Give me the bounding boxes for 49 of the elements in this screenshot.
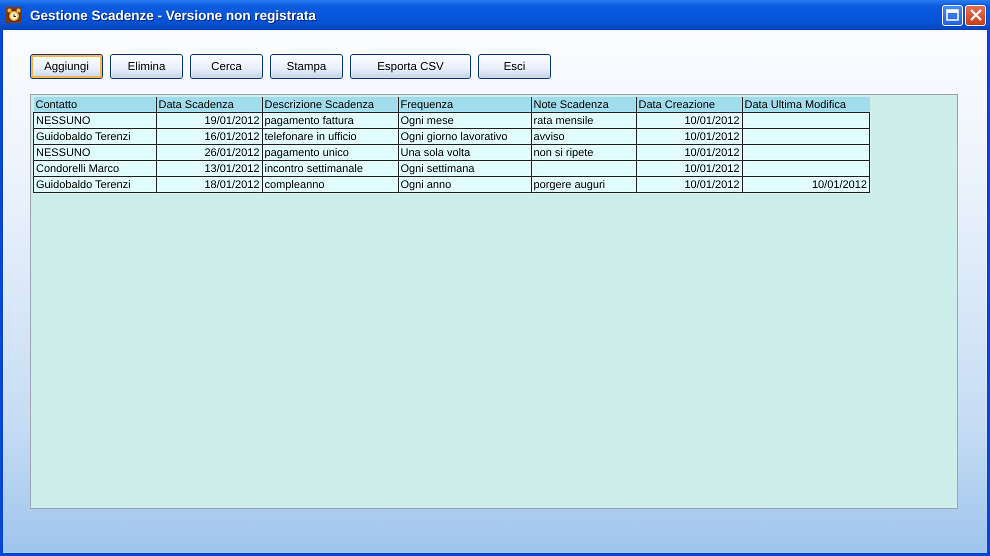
column-header[interactable]: Descrizione Scadenza [262, 97, 398, 112]
toolbar-button[interactable]: Cerca [190, 54, 263, 79]
maximize-icon [946, 9, 959, 21]
table-cell: 13/01/2012 [204, 162, 260, 174]
column-header[interactable]: Frequenza [398, 97, 531, 112]
table-cell: Ogni mese [400, 114, 454, 126]
table-cell: NESSUNO [36, 146, 90, 158]
table-cell: Condorelli Marco [36, 162, 120, 174]
column-header[interactable]: Contatto [34, 97, 156, 112]
maximize-button[interactable] [942, 4, 963, 26]
table-cell: 10/01/2012 [812, 178, 867, 190]
table-cell: 10/01/2012 [684, 130, 740, 142]
table-cell: 10/01/2012 [684, 146, 740, 158]
table-cell: compleanno [264, 178, 324, 190]
table-cell: porgere auguri [534, 178, 606, 190]
table-cell: Una sola volta [400, 146, 470, 158]
table-cell: Guidobaldo Terenzi [36, 130, 131, 142]
table-cell: 16/01/2012 [204, 130, 260, 142]
table-cell: avviso [534, 130, 565, 142]
toolbar-button[interactable]: Esporta CSV [350, 54, 471, 79]
table-cell: NESSUNO [36, 114, 90, 126]
table-cell: pagamento fattura [264, 114, 354, 126]
column-header[interactable]: Data Ultima Modifica [742, 97, 870, 112]
table-cell: Ogni settimana [400, 162, 474, 174]
table-cell: incontro settimanale [264, 162, 363, 174]
table-cell: Guidobaldo Terenzi [36, 178, 131, 190]
toolbar-button[interactable]: Stampa [270, 54, 343, 79]
table-cell: pagamento unico [264, 146, 349, 158]
table-cell: Ogni anno [400, 178, 452, 190]
column-header[interactable]: Note Scadenza [531, 97, 636, 112]
table-cell: telefonare in ufficio [264, 130, 357, 142]
table-cell: non si ripete [534, 146, 594, 158]
column-header[interactable]: Data Creazione [636, 97, 742, 112]
table-cell: rata mensile [534, 114, 594, 126]
table-cell: 10/01/2012 [684, 114, 740, 126]
close-button[interactable] [965, 4, 986, 26]
window-title: Gestione Scadenze - Versione non registrata [30, 8, 316, 22]
toolbar-button[interactable]: Aggiungi [30, 54, 103, 79]
toolbar-button[interactable]: Esci [478, 54, 551, 79]
alarm-clock-icon [6, 7, 22, 23]
table-cell: Ogni giorno lavorativo [400, 130, 508, 142]
toolbar-button[interactable]: Elimina [110, 54, 183, 79]
table-cell: 18/01/2012 [204, 178, 260, 190]
table-cell: 10/01/2012 [684, 178, 740, 190]
table-cell: 19/01/2012 [204, 114, 260, 126]
table-cell: 26/01/2012 [204, 146, 260, 158]
column-header[interactable]: Data Scadenza [156, 97, 262, 112]
close-icon [970, 9, 982, 21]
table-cell: 10/01/2012 [684, 162, 740, 174]
